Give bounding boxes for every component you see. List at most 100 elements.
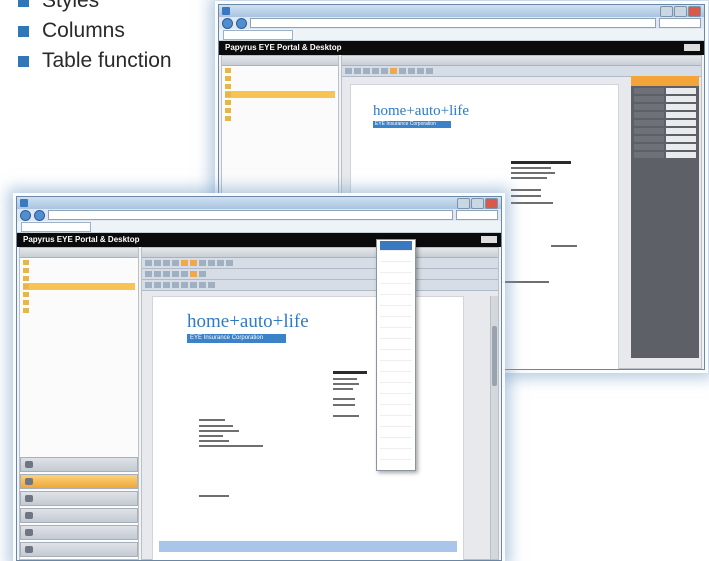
url-field[interactable] — [250, 18, 656, 28]
font-menu-item[interactable] — [380, 395, 412, 405]
toolbar-icon[interactable] — [181, 282, 188, 288]
property-row[interactable] — [634, 112, 696, 118]
font-menu-item[interactable] — [380, 351, 412, 361]
font-menu-item[interactable] — [380, 428, 412, 438]
toolbar-icon[interactable] — [217, 260, 224, 266]
property-row[interactable] — [634, 152, 696, 158]
font-menu-item[interactable] — [380, 406, 412, 416]
document-scrollbar[interactable] — [490, 296, 498, 559]
property-row[interactable] — [634, 96, 696, 102]
sidebar-item[interactable] — [23, 275, 135, 282]
toolbar-icon[interactable] — [408, 68, 415, 74]
selected-text-highlight[interactable] — [159, 541, 457, 552]
toolbar-icon[interactable] — [199, 260, 206, 266]
font-menu-item[interactable] — [380, 373, 412, 383]
sidebar-item[interactable] — [23, 267, 135, 274]
sidebar-item-selected[interactable] — [23, 283, 135, 290]
sidebar-item[interactable] — [23, 299, 135, 306]
sidebar-item-selected[interactable] — [225, 91, 335, 98]
browser-tab[interactable] — [21, 221, 91, 232]
logout-button[interactable] — [481, 236, 497, 243]
font-menu-item[interactable] — [380, 241, 412, 251]
toolbar-icon[interactable] — [399, 68, 406, 74]
toolbar-icon[interactable] — [172, 271, 179, 277]
toolbar-icon[interactable] — [199, 282, 206, 288]
toolbar-icon[interactable] — [145, 282, 152, 288]
url-field[interactable] — [48, 210, 453, 220]
nav-section[interactable] — [20, 542, 138, 557]
nav-section[interactable] — [20, 508, 138, 523]
toolbar-icon[interactable] — [154, 260, 161, 266]
toolbar-icon[interactable] — [190, 271, 197, 277]
nav-section-selected[interactable] — [20, 474, 138, 489]
property-row[interactable] — [634, 136, 696, 142]
toolbar-icon[interactable] — [199, 271, 206, 277]
close-button[interactable] — [485, 198, 498, 209]
logout-button[interactable] — [684, 44, 700, 51]
sidebar-item[interactable] — [225, 107, 335, 114]
font-menu-item[interactable] — [380, 417, 412, 427]
back-button[interactable] — [222, 17, 233, 29]
maximize-button[interactable] — [471, 198, 484, 209]
sidebar-item[interactable] — [225, 67, 335, 74]
font-menu-item[interactable] — [380, 362, 412, 372]
font-menu-item[interactable] — [380, 263, 412, 273]
sidebar-item[interactable] — [23, 307, 135, 314]
sidebar-item[interactable] — [225, 75, 335, 82]
toolbar-icon[interactable] — [208, 282, 215, 288]
toolbar-icon[interactable] — [190, 260, 197, 266]
toolbar-icon[interactable] — [226, 260, 233, 266]
toolbar-icon[interactable] — [181, 271, 188, 277]
property-row[interactable] — [634, 120, 696, 126]
nav-section[interactable] — [20, 491, 138, 506]
toolbar-icon[interactable] — [354, 68, 361, 74]
font-menu-item[interactable] — [380, 274, 412, 284]
sidebar-item[interactable] — [23, 259, 135, 266]
font-menu-item[interactable] — [380, 340, 412, 350]
toolbar-icon[interactable] — [363, 68, 370, 74]
toolbar-icon[interactable] — [163, 260, 170, 266]
search-input[interactable] — [456, 210, 498, 220]
font-menu-item[interactable] — [380, 384, 412, 394]
nav-section[interactable] — [20, 525, 138, 540]
font-menu-item[interactable] — [380, 252, 412, 262]
property-row[interactable] — [634, 88, 696, 94]
toolbar-icon[interactable] — [345, 68, 352, 74]
toolbar-icon[interactable] — [172, 282, 179, 288]
document-page[interactable]: home+auto+life EYE Insurance Corporation — [152, 296, 464, 560]
toolbar-icon[interactable] — [154, 282, 161, 288]
toolbar-icon[interactable] — [145, 271, 152, 277]
sidebar-item[interactable] — [225, 115, 335, 122]
property-row[interactable] — [634, 144, 696, 150]
forward-button[interactable] — [236, 17, 247, 29]
font-menu-item[interactable] — [380, 307, 412, 317]
forward-button[interactable] — [34, 209, 45, 221]
search-input[interactable] — [659, 18, 701, 28]
toolbar-icon[interactable] — [190, 282, 197, 288]
toolbar-icon[interactable] — [426, 68, 433, 74]
toolbar-icon[interactable] — [372, 68, 379, 74]
font-menu-item[interactable] — [380, 439, 412, 449]
property-row[interactable] — [634, 128, 696, 134]
maximize-button[interactable] — [674, 6, 687, 17]
sidebar-item[interactable] — [225, 99, 335, 106]
toolbar-icon[interactable] — [163, 271, 170, 277]
sidebar-item[interactable] — [23, 291, 135, 298]
toolbar-icon[interactable] — [381, 68, 388, 74]
toolbar-icon[interactable] — [181, 260, 188, 266]
back-button[interactable] — [20, 209, 31, 221]
toolbar-icon[interactable] — [390, 68, 397, 74]
nav-section[interactable] — [20, 457, 138, 472]
font-menu-item[interactable] — [380, 296, 412, 306]
minimize-button[interactable] — [457, 198, 470, 209]
toolbar-icon[interactable] — [172, 260, 179, 266]
font-menu-item[interactable] — [380, 450, 412, 460]
toolbar-icon[interactable] — [417, 68, 424, 74]
font-menu-item[interactable] — [380, 329, 412, 339]
font-menu-item[interactable] — [380, 318, 412, 328]
browser-tab[interactable] — [223, 29, 293, 40]
font-menu-item[interactable] — [380, 285, 412, 295]
toolbar-icon[interactable] — [163, 282, 170, 288]
sidebar-item[interactable] — [225, 83, 335, 90]
property-row[interactable] — [634, 104, 696, 110]
